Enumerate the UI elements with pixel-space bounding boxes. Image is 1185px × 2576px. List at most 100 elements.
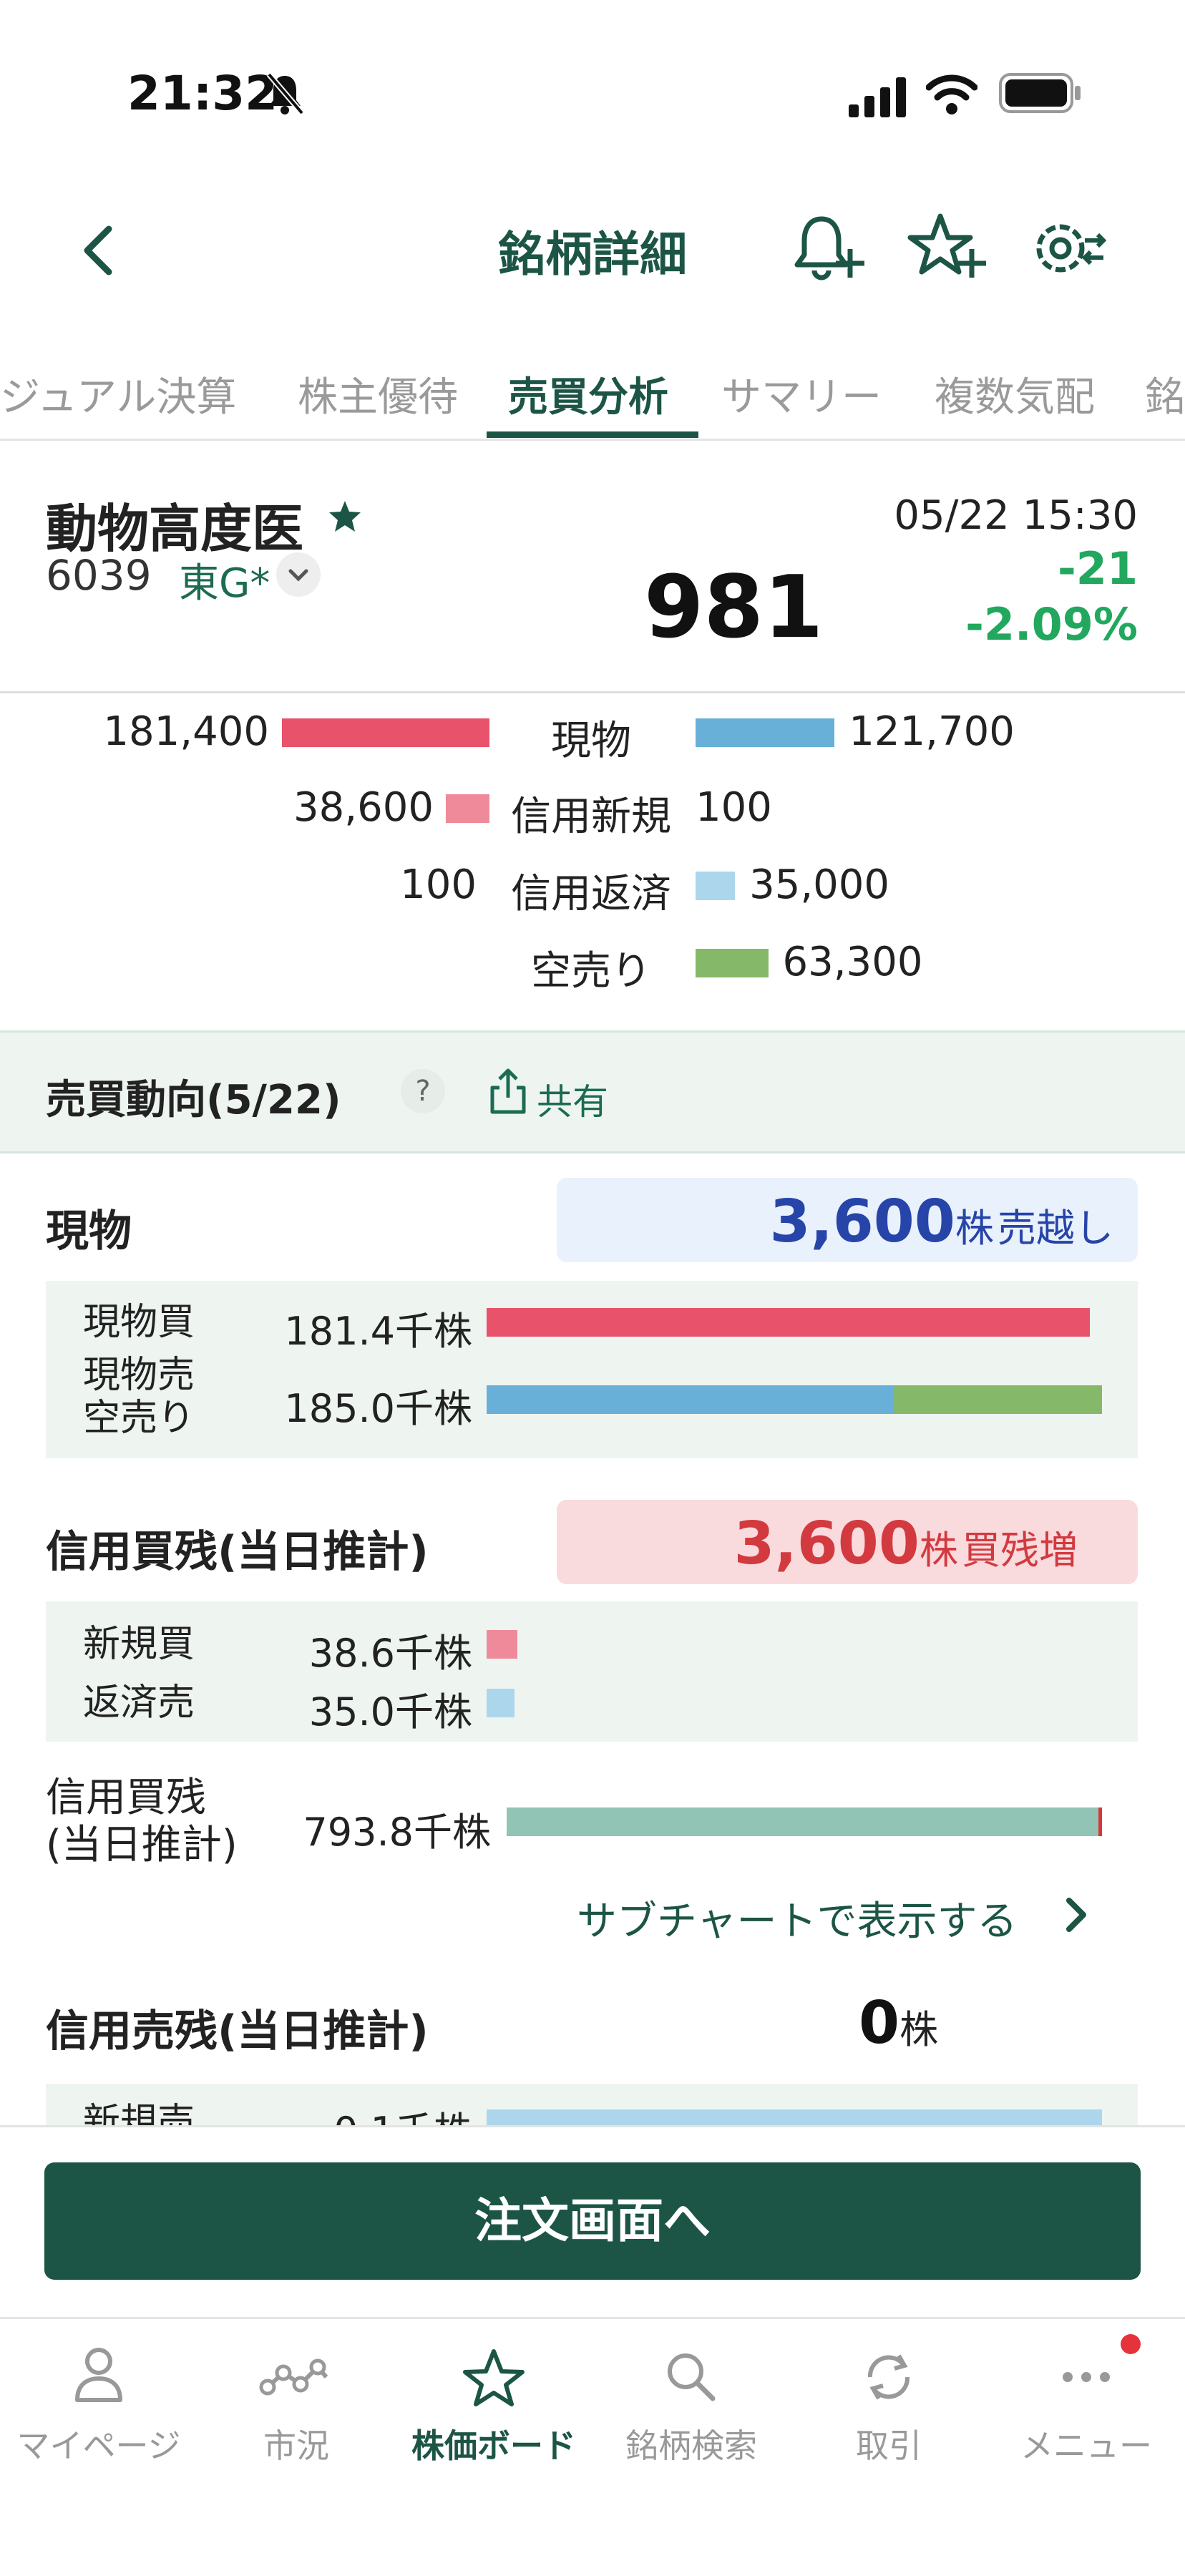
- nav-menu[interactable]: メニュー: [987, 2340, 1185, 2465]
- nav-trade-label: 取引: [856, 2426, 922, 2465]
- margin-buy-section-title: 信用買残(当日推計): [46, 1527, 429, 1577]
- summary-buy-value: 181,400: [103, 708, 269, 755]
- nav-stock-board-label: 株価ボード: [411, 2426, 576, 2465]
- gear-swap-icon: [1036, 224, 1107, 273]
- nav-mypage-label: マイページ: [16, 2426, 181, 2465]
- margin-new-buy-value: 38.6千株: [308, 1631, 472, 1676]
- person-icon: [75, 2348, 122, 2402]
- share-button[interactable]: [487, 1066, 530, 1116]
- summary-sell-value: 100: [696, 784, 772, 831]
- nav-market[interactable]: 市況: [198, 2340, 395, 2465]
- summary-row-label: 信用返済: [511, 871, 671, 917]
- margin-buy-net-text: 買残増: [962, 1528, 1078, 1573]
- spot-sell-label: 現物売 空売り: [83, 1354, 195, 1440]
- summary-buy-bar: [282, 718, 489, 747]
- nav-menu-label: メニュー: [1020, 2426, 1152, 2465]
- margin-buy-total-bar: [507, 1807, 1102, 1836]
- spot-net-value: 3,600: [769, 1188, 955, 1256]
- market-dropdown[interactable]: [276, 552, 321, 597]
- summary-sell-value: 63,300: [782, 939, 923, 985]
- margin-sell-total: 0株: [859, 1989, 938, 2057]
- summary-buy-value: 38,600: [293, 784, 434, 831]
- summary-row-label: 現物: [551, 718, 631, 764]
- quote-timestamp: 05/22 15:30: [894, 492, 1138, 539]
- status-time: 21:32: [127, 66, 278, 121]
- spot-buy-bar: [487, 1308, 1090, 1337]
- wifi-icon: [925, 70, 978, 119]
- trend-title: 売買動向(5/22): [46, 1077, 341, 1123]
- summary-buy-bar: [446, 794, 489, 823]
- more-icon: [1063, 2372, 1110, 2382]
- nav-market-label: 市況: [263, 2426, 329, 2465]
- spot-sell-bar: [487, 1385, 893, 1414]
- tab-next[interactable]: 銘: [1145, 365, 1185, 423]
- notification-badge: [1121, 2334, 1141, 2354]
- tab-shareholder-benefits[interactable]: 株主優待: [298, 365, 458, 423]
- bell-plus-icon: [794, 216, 864, 280]
- share-label[interactable]: 共有: [537, 1073, 608, 1125]
- margin-sell-section-title: 信用売残(当日推計): [46, 2006, 429, 2057]
- market-icon: [259, 2358, 328, 2396]
- chevron-down-icon: [288, 569, 308, 582]
- margin-sell-unit: 株: [899, 2007, 939, 2052]
- tab-visual-earnings[interactable]: ジュアル決算: [0, 365, 236, 423]
- margin-buy-net-badge: 3,600株 買残増: [557, 1500, 1138, 1584]
- bell-muted-icon: [265, 72, 305, 119]
- summary-sell-bar: [696, 949, 769, 977]
- star-plus-icon: [907, 213, 986, 278]
- order-button[interactable]: 注文画面へ: [44, 2162, 1141, 2280]
- margin-buy-net-unit: 株: [919, 1528, 958, 1573]
- favorite-star-icon: [328, 499, 362, 537]
- margin-buy-total-label: 信用買残 (当日推計): [46, 1775, 238, 1868]
- margin-new-buy-label: 新規買: [83, 1623, 195, 1666]
- market-label[interactable]: 東G*: [179, 551, 270, 609]
- margin-buy-total-value: 793.8千株: [303, 1810, 491, 1855]
- summary-sell-value: 121,700: [849, 708, 1015, 755]
- share-icon: [490, 1068, 526, 1114]
- summary-sell-bar: [696, 872, 736, 900]
- search-icon: [668, 2353, 716, 2401]
- subchart-link[interactable]: サブチャートで表示する: [577, 1889, 1017, 1947]
- summary-row-label: 空売り: [531, 948, 651, 995]
- battery-icon: [999, 73, 1082, 116]
- margin-repay-sell-bar: [487, 1689, 515, 1717]
- spot-net-text: 売越し: [998, 1206, 1113, 1251]
- tab-summary[interactable]: サマリー: [721, 365, 882, 423]
- chevron-right-icon: [1062, 1895, 1091, 1938]
- price-change: -21: [1057, 542, 1138, 595]
- nav-search[interactable]: 銘柄検索: [592, 2340, 790, 2465]
- spot-short-sell-bar: [892, 1385, 1102, 1414]
- margin-buy-panel: [46, 1601, 1138, 1742]
- divider: [0, 2317, 1185, 2319]
- price-change-percent: -2.09%: [965, 598, 1138, 650]
- settings-button[interactable]: [1028, 209, 1107, 288]
- tab-bar: ジュアル決算 株主優待 売買分析 サマリー 複数気配 銘: [0, 358, 1185, 441]
- alert-add-button[interactable]: [787, 209, 866, 288]
- summary-row-label: 信用新規: [511, 794, 671, 840]
- help-button[interactable]: ?: [401, 1069, 445, 1113]
- spot-buy-value: 181.4千株: [284, 1309, 472, 1354]
- spot-net-badge: 3,600株 売越し: [557, 1178, 1138, 1262]
- spot-buy-label: 現物買: [83, 1301, 195, 1344]
- active-tab-indicator: [487, 431, 698, 438]
- margin-buy-net-value: 3,600: [733, 1510, 920, 1578]
- nav-mypage[interactable]: マイページ: [0, 2340, 198, 2465]
- subchart-link-label: サブチャートで表示する: [577, 1898, 1018, 1945]
- summary-sell-value: 35,000: [749, 862, 890, 908]
- tab-multiple-quotes[interactable]: 複数気配: [935, 365, 1095, 423]
- spot-section-title: 現物: [46, 1206, 132, 1257]
- current-price: 981: [644, 558, 824, 658]
- nav-search-label: 銘柄検索: [625, 2426, 757, 2465]
- signal-icon: [849, 77, 909, 120]
- tab-trade-analysis[interactable]: 売買分析: [508, 365, 668, 423]
- page-title: 銘柄詳細: [498, 227, 687, 282]
- nav-trade[interactable]: 取引: [790, 2340, 987, 2465]
- margin-repay-sell-value: 35.0千株: [308, 1689, 472, 1735]
- favorite-add-button[interactable]: [907, 209, 986, 288]
- divider: [0, 691, 1185, 693]
- summary-sell-bar: [696, 718, 835, 747]
- star-icon: [463, 2349, 525, 2406]
- nav-stock-board[interactable]: 株価ボード: [395, 2340, 592, 2465]
- margin-sell-value: 0: [859, 1989, 900, 2057]
- margin-new-buy-bar: [487, 1630, 517, 1659]
